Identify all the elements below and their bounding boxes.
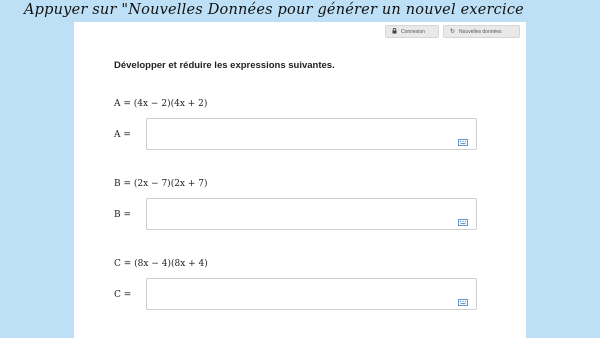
answer-input-b[interactable] xyxy=(146,198,477,230)
nouvelles-donnees-button[interactable]: ↻ Nouvelles données xyxy=(443,25,520,38)
keyboard-icon[interactable] xyxy=(458,131,468,146)
answer-input-a[interactable] xyxy=(146,118,477,150)
instruction-banner: Appuyer sur "Nouvelles Données pour géné… xyxy=(24,2,524,18)
exercise-sheet: Connexion ↻ Nouvelles données Développer… xyxy=(74,22,526,338)
toolbar: Connexion ↻ Nouvelles données xyxy=(385,25,520,38)
expression-b: B = (2x − 7)(2x + 7) xyxy=(114,179,208,189)
expression-a: A = (4x − 2)(4x + 2) xyxy=(114,99,208,109)
refresh-icon: ↻ xyxy=(450,29,456,35)
connexion-label: Connexion xyxy=(401,28,425,35)
lock-icon xyxy=(392,27,397,36)
answer-label-a: A = xyxy=(114,130,131,140)
expression-c: C = (8x − 4)(8x + 4) xyxy=(114,259,208,269)
keyboard-icon[interactable] xyxy=(458,291,468,306)
connexion-button[interactable]: Connexion xyxy=(385,25,439,38)
nouvelles-donnees-label: Nouvelles données xyxy=(459,28,502,35)
keyboard-icon[interactable] xyxy=(458,211,468,226)
exercise-instruction: Développer et réduire les expressions su… xyxy=(114,60,335,71)
answer-label-c: C = xyxy=(114,290,132,300)
answer-input-c[interactable] xyxy=(146,278,477,310)
answer-label-b: B = xyxy=(114,210,132,220)
